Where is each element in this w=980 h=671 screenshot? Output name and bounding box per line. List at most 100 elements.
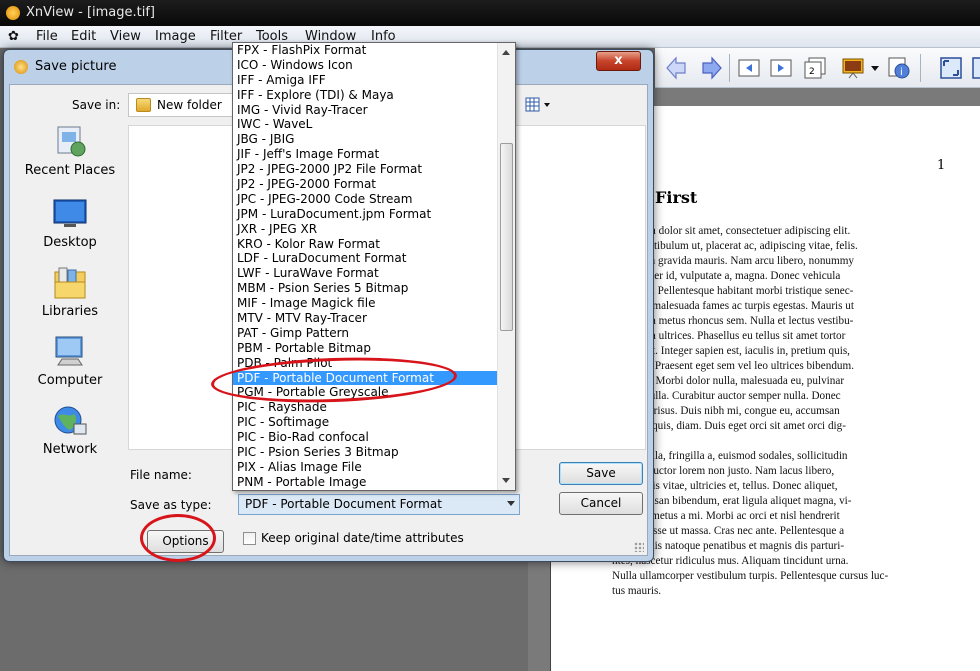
menu-image[interactable]: Image bbox=[155, 29, 196, 44]
save-button[interactable]: Save bbox=[559, 462, 643, 485]
format-option[interactable]: JBG - JBIG bbox=[233, 132, 497, 147]
format-option[interactable]: PAT - Gimp Pattern bbox=[233, 326, 497, 341]
dropdown-scrollbar[interactable] bbox=[497, 43, 515, 490]
slideshow-icon[interactable] bbox=[841, 56, 865, 80]
format-option[interactable]: PIX - Alias Image File bbox=[233, 460, 497, 475]
menu-edit[interactable]: Edit bbox=[71, 29, 96, 44]
dialog-title: Save picture bbox=[35, 59, 117, 74]
xnview-logo-icon bbox=[6, 6, 20, 20]
save-in-combo[interactable]: New folder bbox=[128, 93, 243, 117]
format-option[interactable]: IMG - Vivid Ray-Tracer bbox=[233, 103, 497, 118]
view-menu-icon[interactable] bbox=[523, 95, 553, 115]
format-option[interactable]: PIC - Rayshade bbox=[233, 400, 497, 415]
format-option[interactable]: MTV - MTV Ray-Tracer bbox=[233, 311, 497, 326]
format-option[interactable]: JXR - JPEG XR bbox=[233, 222, 497, 237]
document-paragraph: em ipsum dolor sit amet, consectetuer ad… bbox=[612, 225, 858, 447]
menu-icon[interactable]: ✿ bbox=[8, 29, 19, 44]
format-option[interactable]: IFF - Amiga IFF bbox=[233, 73, 497, 88]
workspace-background bbox=[0, 560, 528, 671]
menu-view[interactable]: View bbox=[110, 29, 141, 44]
format-option[interactable]: PDB - Palm Pilot bbox=[233, 356, 497, 371]
document-paragraph: n dui ligula, fringilla a, euismod sodal… bbox=[612, 450, 889, 597]
first-page-icon[interactable] bbox=[737, 56, 761, 80]
scroll-down-icon[interactable] bbox=[502, 478, 510, 483]
svg-text:i: i bbox=[900, 67, 903, 78]
info-icon[interactable]: i bbox=[887, 56, 911, 80]
close-icon: x bbox=[614, 53, 623, 68]
save-as-type-label: Save as type: bbox=[130, 498, 212, 512]
places-bar: Recent Places Desktop Libraries Computer… bbox=[10, 125, 130, 505]
svg-text:2: 2 bbox=[809, 67, 815, 77]
desktop-icon bbox=[53, 199, 87, 227]
section-title: First bbox=[655, 188, 698, 207]
format-option[interactable]: MBM - Psion Series 5 Bitmap bbox=[233, 281, 497, 296]
format-option[interactable]: JP2 - JPEG-2000 Format bbox=[233, 177, 497, 192]
format-option[interactable]: PBM - Portable Bitmap bbox=[233, 341, 497, 356]
place-libraries[interactable]: Libraries bbox=[10, 266, 130, 332]
format-option[interactable]: PNM - Portable Image bbox=[233, 475, 497, 490]
place-label: Desktop bbox=[43, 235, 97, 250]
xnview-logo-icon bbox=[14, 60, 28, 74]
toolbar-separator bbox=[920, 54, 921, 82]
format-dropdown-list: FPX - FlashPix Format ICO - Windows Icon I… bbox=[232, 42, 516, 491]
format-option[interactable]: PGM - Portable Greyscale bbox=[233, 385, 497, 400]
network-icon bbox=[54, 406, 87, 435]
save-as-type-value: PDF - Portable Document Format bbox=[245, 497, 442, 511]
format-option[interactable]: KRO - Kolor Raw Format bbox=[233, 237, 497, 252]
save-in-label: Save in: bbox=[72, 98, 121, 112]
scrollbar-thumb[interactable] bbox=[500, 143, 513, 331]
resize-grip-icon[interactable] bbox=[634, 542, 644, 552]
menu-file[interactable]: File bbox=[36, 29, 58, 44]
next-arrow-icon[interactable] bbox=[699, 56, 723, 80]
previous-arrow-icon[interactable] bbox=[665, 56, 689, 80]
close-button[interactable]: x bbox=[596, 51, 641, 71]
format-option[interactable]: IWC - WaveL bbox=[233, 117, 497, 132]
keep-attributes-label: Keep original date/time attributes bbox=[261, 531, 464, 545]
place-desktop[interactable]: Desktop bbox=[10, 197, 130, 263]
place-recent-places[interactable]: Recent Places bbox=[10, 125, 130, 191]
place-label: Libraries bbox=[41, 304, 99, 319]
pages-icon[interactable]: 2 bbox=[803, 56, 827, 80]
place-label: Network bbox=[42, 442, 98, 457]
place-label: Computer bbox=[37, 373, 103, 388]
page-number: 1 bbox=[937, 158, 946, 173]
app-title-bar: XnView - [image.tif] bbox=[0, 0, 980, 26]
options-button[interactable]: Options bbox=[147, 530, 224, 553]
folder-icon bbox=[136, 98, 151, 112]
format-option[interactable]: JP2 - JPEG-2000 JP2 File Format bbox=[233, 162, 497, 177]
recent-places-icon bbox=[57, 126, 86, 157]
format-option[interactable]: LWF - LuraWave Format bbox=[233, 266, 497, 281]
fit-window-icon[interactable] bbox=[939, 56, 963, 80]
format-option[interactable]: FPX - FlashPix Format bbox=[233, 43, 497, 58]
place-network[interactable]: Network bbox=[10, 404, 130, 470]
scroll-up-icon[interactable] bbox=[502, 50, 510, 55]
more-tools-icon[interactable] bbox=[971, 56, 980, 80]
dropdown-arrow-icon[interactable] bbox=[869, 56, 881, 80]
computer-icon bbox=[55, 336, 83, 366]
toolbar-separator bbox=[729, 54, 730, 82]
format-option[interactable]: PIC - Bio-Rad confocal bbox=[233, 430, 497, 445]
format-option[interactable]: JPM - LuraDocument.jpm Format bbox=[233, 207, 497, 222]
place-label: Recent Places bbox=[24, 163, 116, 178]
app-title: XnView - [image.tif] bbox=[26, 5, 156, 20]
save-as-type-select[interactable]: PDF - Portable Document Format bbox=[238, 494, 520, 515]
chevron-down-icon bbox=[507, 501, 515, 506]
format-options: FPX - FlashPix Format ICO - Windows Icon I… bbox=[233, 43, 497, 490]
format-option[interactable]: JPC - JPEG-2000 Code Stream bbox=[233, 192, 497, 207]
format-option[interactable]: PDF - Portable Document Format bbox=[233, 370, 497, 386]
place-computer[interactable]: Computer bbox=[10, 335, 130, 401]
folder-name: New folder bbox=[157, 98, 222, 112]
format-option[interactable]: PIC - Softimage bbox=[233, 415, 497, 430]
main-toolbar: 2 i bbox=[655, 48, 980, 88]
next-page-icon[interactable] bbox=[769, 56, 793, 80]
cancel-button[interactable]: Cancel bbox=[559, 492, 643, 515]
file-name-label: File name: bbox=[130, 468, 192, 482]
format-option[interactable]: PIC - Psion Series 3 Bitmap bbox=[233, 445, 497, 460]
format-option[interactable]: MIF - Image Magick file bbox=[233, 296, 497, 311]
format-option[interactable]: JIF - Jeff's Image Format bbox=[233, 147, 497, 162]
libraries-icon bbox=[54, 267, 86, 299]
format-option[interactable]: IFF - Explore (TDI) & Maya bbox=[233, 88, 497, 103]
format-option[interactable]: LDF - LuraDocument Format bbox=[233, 251, 497, 266]
keep-attributes-checkbox[interactable] bbox=[243, 532, 256, 545]
format-option[interactable]: ICO - Windows Icon bbox=[233, 58, 497, 73]
